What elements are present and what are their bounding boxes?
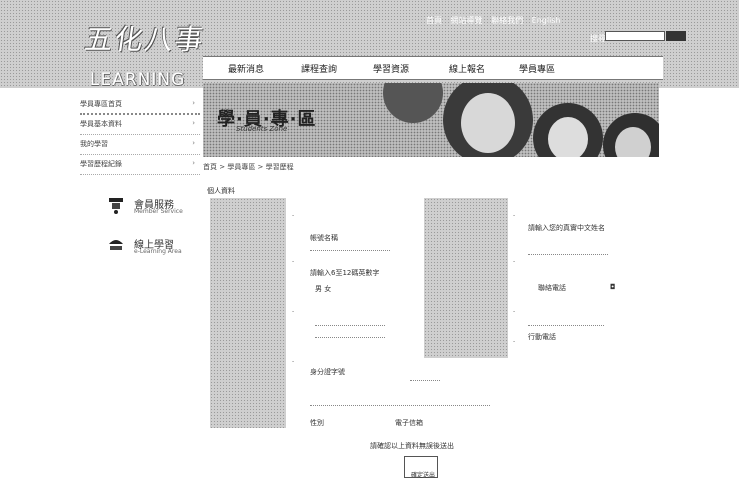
top-link-home[interactable]: 首頁	[426, 16, 442, 25]
field-line	[410, 380, 440, 381]
banner-subtitle: Students Zone	[236, 125, 288, 133]
sidebar-item-profile[interactable]: 學員基本資料 ›	[80, 115, 200, 135]
monitor-icon	[109, 240, 123, 250]
sidebar-item-label: 學習歷程紀錄	[80, 160, 122, 168]
top-link-contact[interactable]: 聯絡我們	[491, 16, 523, 25]
field-line	[315, 325, 385, 326]
section-title: 個人資料	[207, 187, 235, 195]
sidebar-item-label: 我的學習	[80, 140, 108, 148]
chevron-right-icon: ›	[192, 159, 195, 167]
banner-photo-hat	[383, 83, 443, 123]
form-note: 請確認以上資料無誤後送出	[370, 442, 454, 450]
chevron-right-icon: ›	[192, 119, 195, 127]
breadcrumb: 首頁 > 學員專區 > 學習歷程	[203, 163, 294, 171]
promo-subtitle: e-Learning Area	[134, 248, 182, 255]
top-link-sitemap[interactable]: 網站導覽	[451, 16, 483, 25]
banner-photo-face	[461, 93, 515, 153]
chevron-right-icon: ›	[192, 139, 195, 147]
chevron-right-icon: ›	[192, 99, 195, 107]
field-line	[528, 254, 608, 255]
sidebar: 學員專區首頁 › 學員基本資料 › 我的學習 › 學習歷程紀錄 ›	[80, 95, 200, 175]
promo-e-learning[interactable]: 線上學習 e-Learning Area	[107, 236, 197, 276]
field-label-id: 身分證字號	[310, 368, 345, 376]
main-nav: 最新消息 課程查詢 學習資源 線上報名 學員專區	[203, 56, 663, 80]
banner: 學·員·專·區 Students Zone	[203, 83, 659, 157]
submit-button[interactable]: 確定送出	[404, 456, 438, 479]
field-hint-name: 請輸入您的真實中文姓名	[528, 224, 605, 232]
top-links: 首頁 網站導覽 聯絡我們 English	[420, 15, 561, 26]
sidebar-item-label: 學員基本資料	[80, 120, 122, 128]
top-link-english[interactable]: English	[532, 16, 561, 25]
people-icon	[109, 198, 123, 214]
search-label: 搜尋	[590, 34, 606, 43]
nav-item-news[interactable]: 最新消息	[228, 62, 264, 75]
field-line	[528, 325, 604, 326]
field-hint: 請輸入6至12碼英數字	[310, 269, 380, 277]
field-line	[310, 405, 490, 406]
sidebar-item-zone-home[interactable]: 學員專區首頁 ›	[80, 95, 200, 115]
search-button[interactable]	[666, 31, 686, 41]
sidebar-item-label: 學員專區首頁	[80, 100, 122, 108]
field-label-gender: 性別	[310, 419, 324, 427]
gender-value[interactable]: 男 女	[315, 284, 331, 294]
promo-links: 會員服務 Member Service 線上學習 e-Learning Area	[107, 196, 197, 276]
nav-item-registration[interactable]: 線上報名	[449, 62, 485, 75]
nav-item-student-zone[interactable]: 學員專區	[519, 62, 555, 75]
promo-subtitle: Member Service	[134, 208, 183, 215]
sidebar-item-my-learning[interactable]: 我的學習 ›	[80, 135, 200, 155]
form-image-left	[210, 198, 286, 428]
field-line	[310, 250, 390, 251]
field-line	[315, 337, 385, 338]
promo-member-service[interactable]: 會員服務 Member Service	[107, 196, 197, 236]
banner-photo-face	[548, 117, 588, 157]
sidebar-item-history[interactable]: 學習歷程紀錄 ›	[80, 155, 200, 175]
logo-subtitle: LEARNING	[90, 70, 186, 90]
field-label-mobile: 行動電話	[528, 333, 556, 341]
field-icon: ◘	[610, 283, 616, 291]
form-image-right	[424, 198, 508, 358]
field-label-phone: 聯絡電話	[538, 284, 566, 292]
nav-item-courses[interactable]: 課程查詢	[301, 62, 337, 75]
field-label-email: 電子信箱	[395, 419, 423, 427]
search-input[interactable]	[605, 31, 665, 41]
nav-item-resources[interactable]: 學習資源	[373, 62, 409, 75]
field-label-account: 帳號名稱	[310, 234, 338, 242]
site-logo[interactable]: 五化八事	[82, 18, 208, 58]
submit-button-label: 確定送出	[411, 472, 436, 479]
